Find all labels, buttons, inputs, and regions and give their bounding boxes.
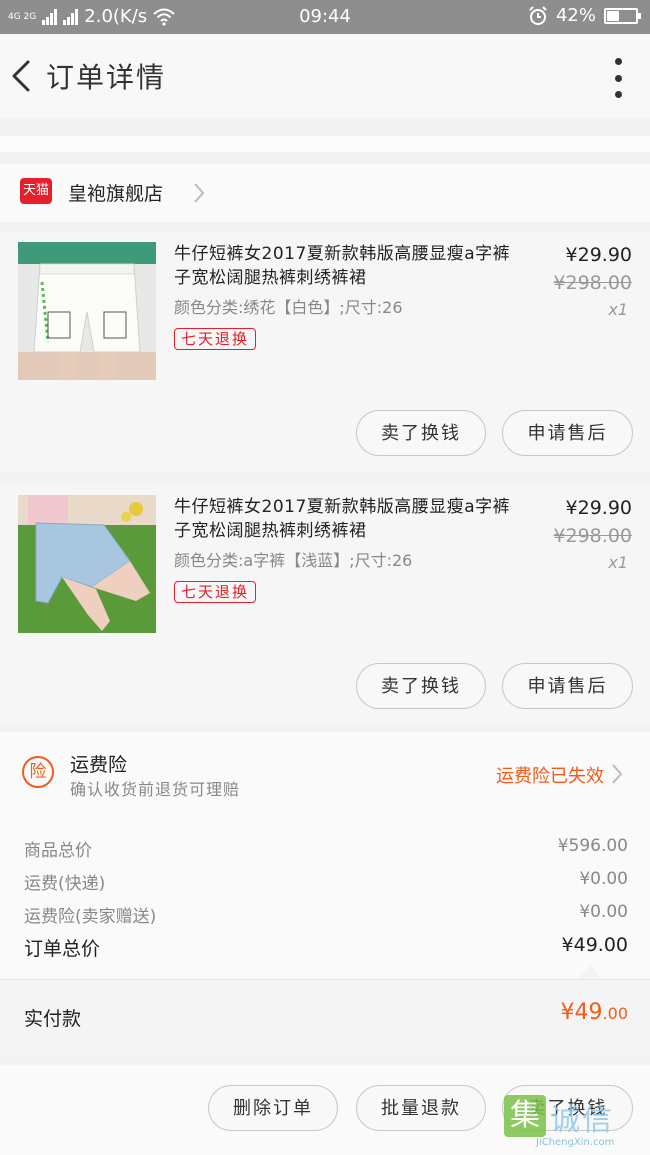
divider-strip (0, 136, 650, 152)
chevron-right-icon (194, 183, 205, 203)
product-qty: x1 (608, 553, 628, 572)
nav-bar: 订单详情 (0, 34, 650, 118)
watermark-site: JiChengXin.com (536, 1137, 615, 1148)
sell-button[interactable]: 卖了换钱 (356, 410, 486, 456)
summary-value: ¥0.00 (579, 869, 628, 889)
product-price: ¥29.90 (565, 497, 632, 519)
watermark-glyph: 集 (504, 1095, 546, 1137)
page-title: 订单详情 (46, 61, 167, 94)
summary-label: 运费(快递) (24, 874, 106, 894)
original-price: ¥298.00 (553, 272, 632, 294)
summary-label: 订单总价 (24, 938, 101, 960)
shipping-insurance-row[interactable]: 险 运费险 确认收货前退货可理赔 运费险已失效 (0, 732, 650, 810)
batch-refund-button[interactable]: 批量退款 (356, 1085, 486, 1131)
summary-row-insurance: 运费险(卖家赠送) ¥0.00 (24, 902, 628, 927)
product-image[interactable] (18, 242, 156, 380)
product-sku: 颜色分类:a字裤【浅蓝】;尺寸:26 (174, 551, 413, 570)
summary-value: ¥49.00 (561, 934, 628, 956)
summary-row-total: 订单总价 ¥49.00 (24, 934, 628, 961)
paid-value: ¥49.00 (561, 1000, 628, 1025)
more-options-icon[interactable] (612, 58, 624, 98)
chevron-right-icon (612, 764, 623, 784)
insurance-desc: 确认收货前退货可理赔 (70, 780, 241, 799)
price-summary: 商品总价 ¥596.00 运费(快递) ¥0.00 运费险(卖家赠送) ¥0.0… (0, 810, 650, 980)
summary-value: ¥596.00 (557, 836, 628, 856)
product-sku: 颜色分类:绣花【白色】;尺寸:26 (174, 298, 403, 317)
watermark-text: 诚信 (550, 1103, 614, 1138)
original-price: ¥298.00 (553, 525, 632, 547)
insurance-status[interactable]: 运费险已失效 (496, 762, 604, 788)
watermark-logo: 集 诚信 JiChengXin.com (504, 1095, 644, 1151)
return-policy-tag: 七天退换 (174, 328, 257, 350)
summary-row-shipping: 运费(快递) ¥0.00 (24, 869, 628, 894)
status-right: 42% (528, 5, 641, 26)
alarm-icon (529, 5, 547, 25)
product-image[interactable] (18, 495, 156, 633)
shop-header[interactable]: 天猫 皇袍旗舰店 (0, 164, 650, 222)
summary-value: ¥0.00 (579, 902, 628, 922)
order-item[interactable]: 牛仔短裤女2017夏新款韩版高腰显瘦a字裤子宽松阔腿热裤刺绣裤裙 颜色分类:绣花… (0, 232, 650, 472)
summary-row-goods: 商品总价 ¥596.00 (24, 836, 628, 861)
product-price: ¥29.90 (565, 244, 632, 266)
return-policy-tag: 七天退换 (174, 581, 257, 603)
delete-order-button[interactable]: 删除订单 (208, 1085, 338, 1131)
order-item[interactable]: 牛仔短裤女2017夏新款韩版高腰显瘦a字裤子宽松阔腿热裤刺绣裤裙 颜色分类:a字… (0, 485, 650, 725)
product-qty: x1 (608, 300, 628, 319)
battery-icon (604, 7, 641, 24)
tmall-badge: 天猫 (20, 178, 52, 204)
battery-percent: 42% (555, 5, 596, 26)
paid-amount-row: 实付款 ¥49.00 (0, 979, 650, 1056)
insurance-name: 运费险 (70, 754, 128, 776)
paid-value-main: ¥49 (560, 1000, 603, 1025)
back-icon[interactable] (4, 54, 44, 98)
after-sale-button[interactable]: 申请售后 (502, 410, 633, 456)
paid-label: 实付款 (24, 1008, 82, 1030)
summary-label: 运费险(卖家赠送) (24, 907, 157, 927)
status-bar: 4G 2G 2.0(K/s 09:44 42% (0, 0, 650, 34)
after-sale-button[interactable]: 申请售后 (502, 663, 633, 709)
paid-value-decimal: .00 (602, 1004, 628, 1023)
sell-button[interactable]: 卖了换钱 (356, 663, 486, 709)
notch-pointer (578, 965, 602, 979)
insurance-icon: 险 (22, 756, 54, 788)
product-title[interactable]: 牛仔短裤女2017夏新款韩版高腰显瘦a字裤子宽松阔腿热裤刺绣裤裙 (174, 242, 524, 290)
product-title[interactable]: 牛仔短裤女2017夏新款韩版高腰显瘦a字裤子宽松阔腿热裤刺绣裤裙 (174, 495, 524, 543)
shop-name[interactable]: 皇袍旗舰店 (68, 179, 163, 206)
summary-label: 商品总价 (24, 841, 92, 861)
